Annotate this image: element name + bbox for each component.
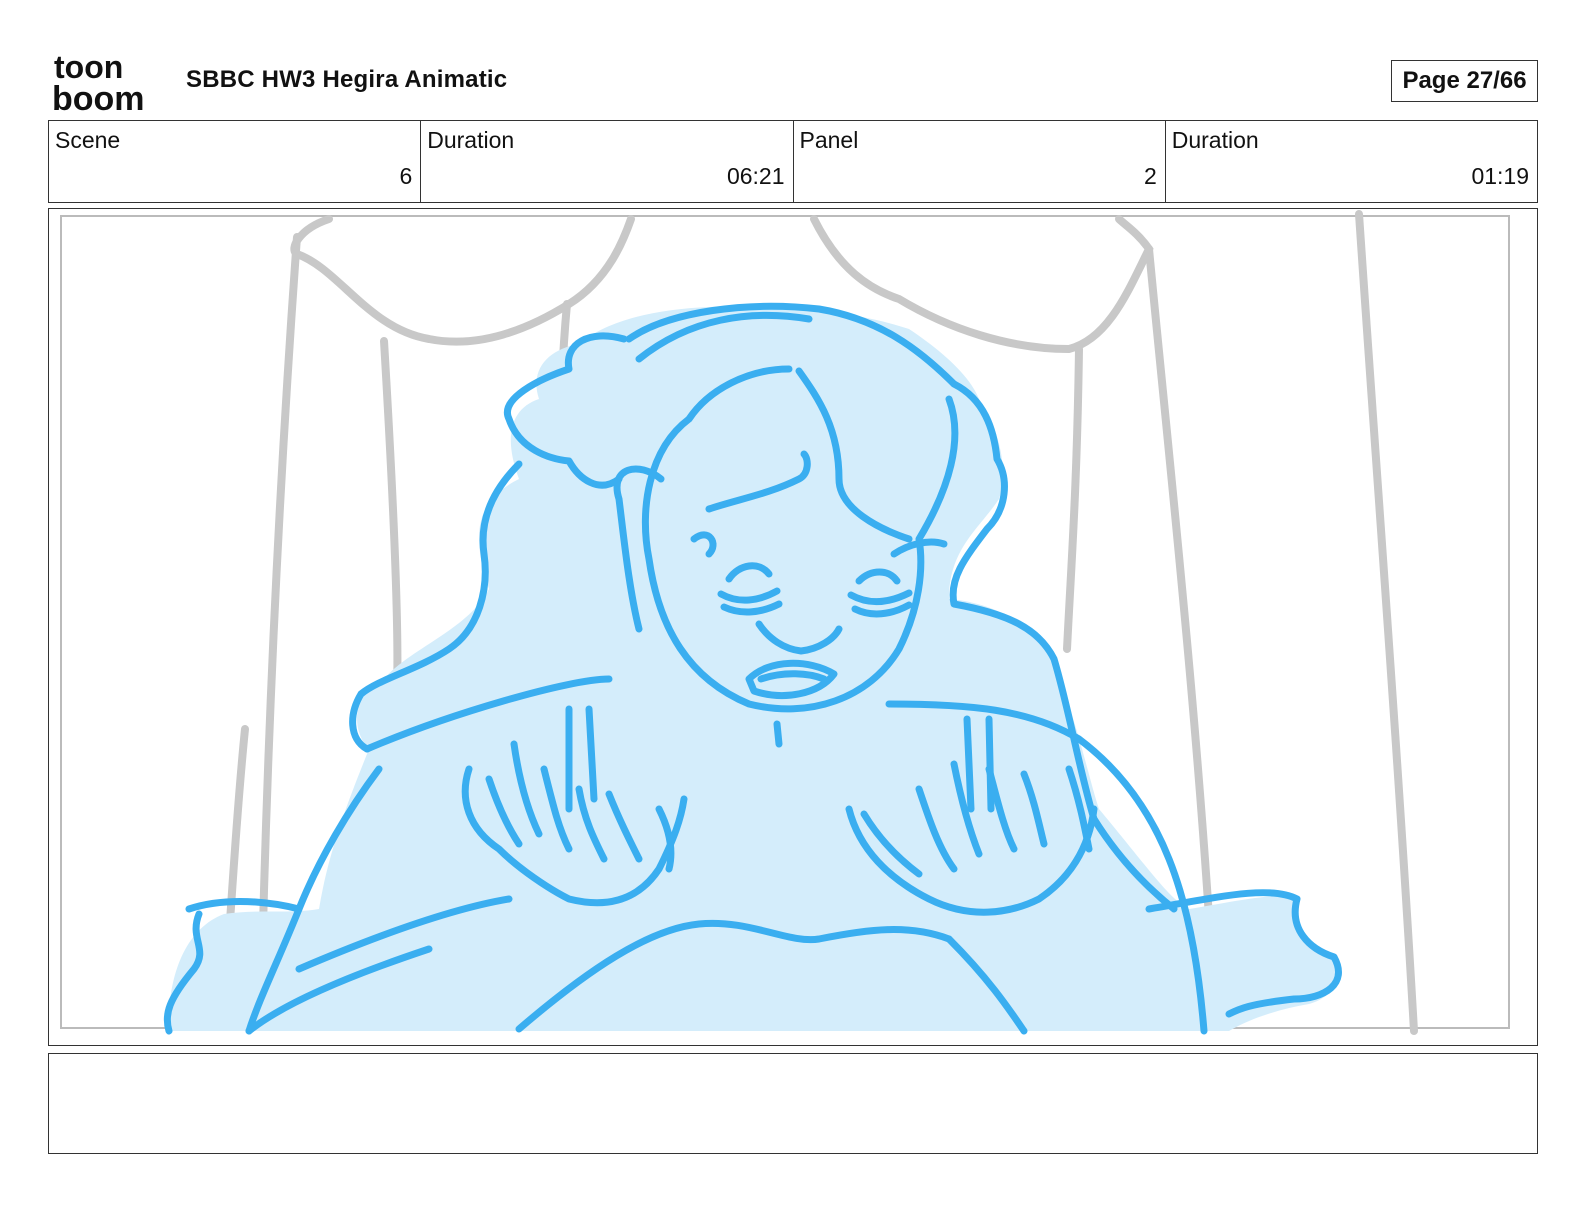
- panel-cell: Panel 2: [794, 121, 1166, 202]
- scene-duration-cell: Duration 06:21: [421, 121, 794, 202]
- scene-value: 6: [399, 163, 413, 189]
- panel-duration-cell: Duration 01:19: [1166, 121, 1537, 202]
- caption-box: [48, 1053, 1538, 1154]
- panel-sketch: [60, 210, 1510, 1035]
- toon-boom-logo: toon boom: [52, 49, 164, 118]
- scene-label: Scene: [55, 127, 121, 153]
- scene-duration-label: Duration: [427, 127, 515, 153]
- scene-info-table: Scene 6 Duration 06:21 Panel 2 Duration …: [48, 120, 1538, 203]
- panel-value: 2: [1143, 163, 1157, 189]
- storyboard-panel: [48, 208, 1538, 1046]
- scene-duration-value: 06:21: [726, 163, 785, 189]
- project-title: SBBC HW3 Hegira Animatic: [186, 66, 508, 93]
- page-indicator: Page 27/66: [1391, 60, 1538, 102]
- panel-label: Panel: [799, 127, 859, 153]
- panel-duration-label: Duration: [1171, 127, 1259, 153]
- scene-cell: Scene 6: [49, 121, 422, 202]
- logo-text-bottom: boom: [52, 80, 145, 114]
- panel-duration-value: 01:19: [1471, 163, 1529, 189]
